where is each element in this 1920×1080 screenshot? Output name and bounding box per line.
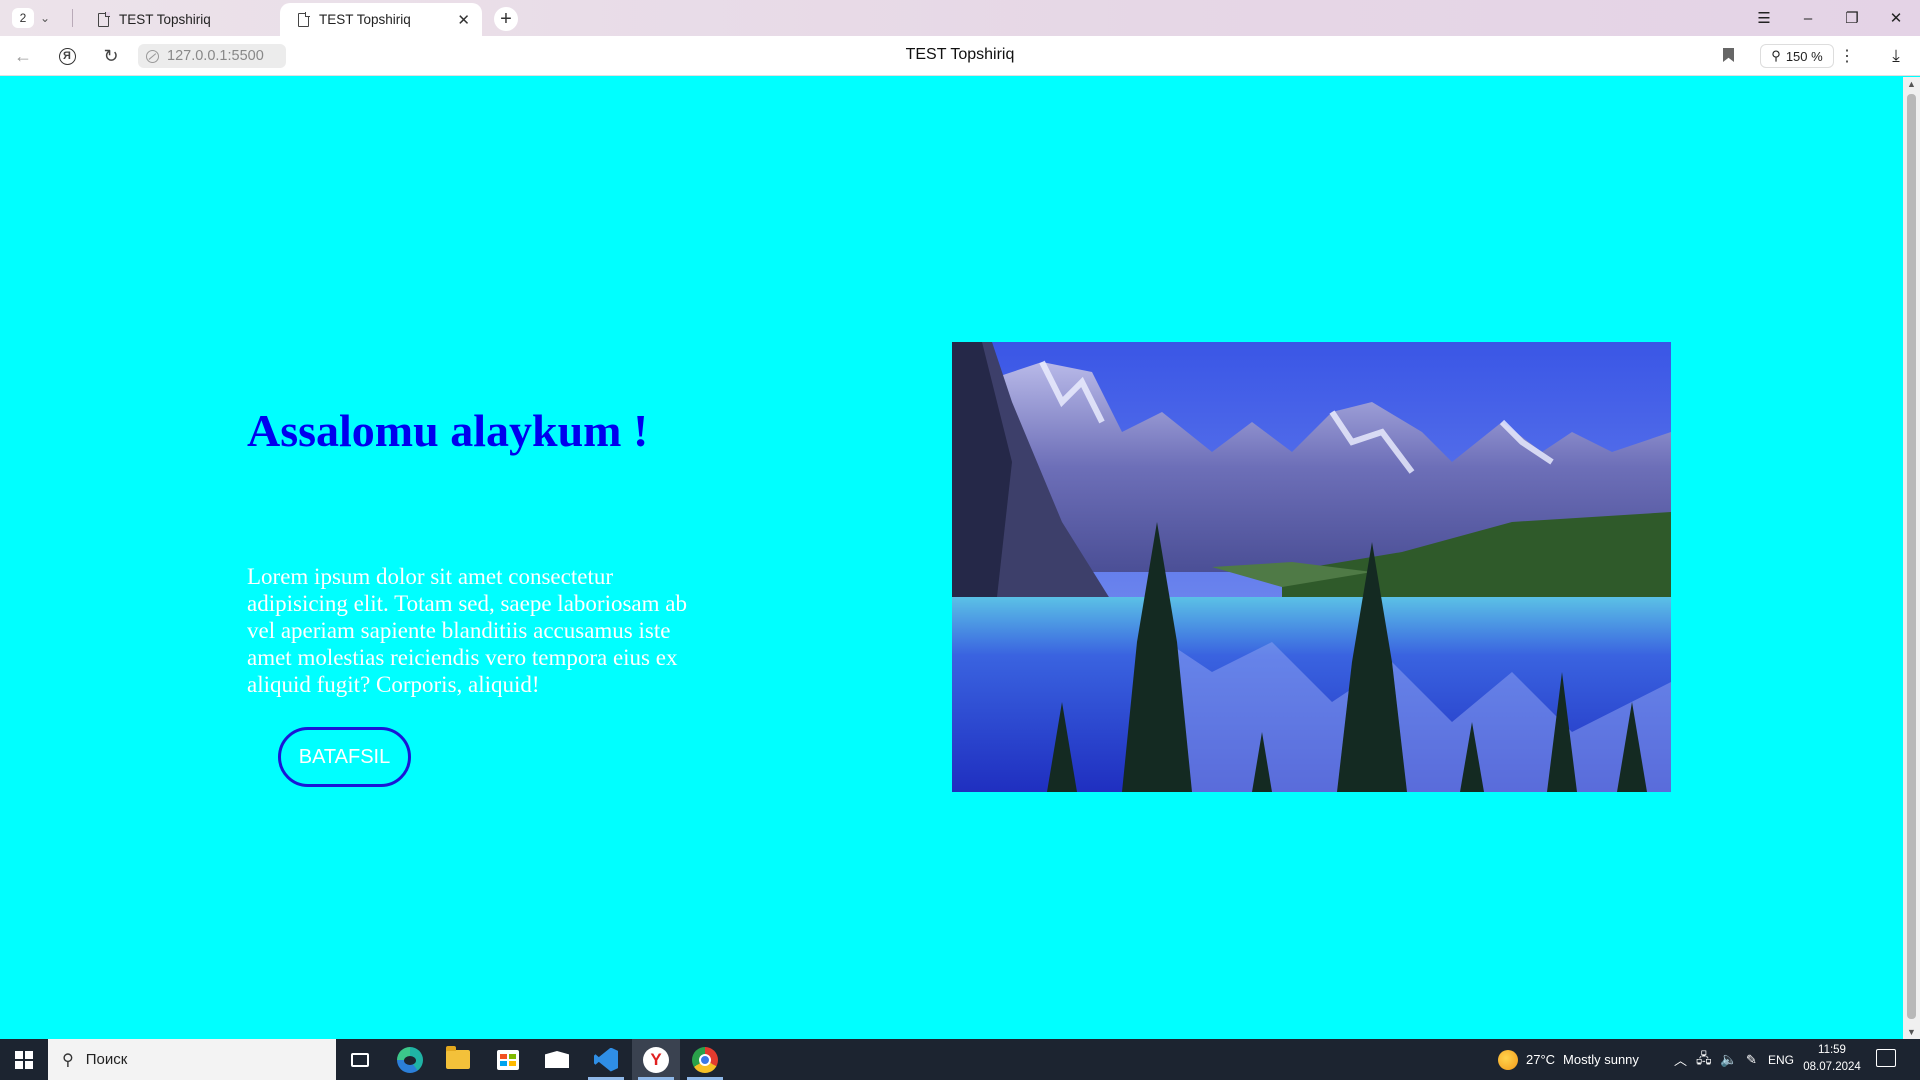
- tab-1[interactable]: TEST Topshiriq: [80, 3, 280, 36]
- start-button[interactable]: [0, 1039, 48, 1080]
- pen-icon[interactable]: ✎: [1746, 1039, 1757, 1080]
- language-indicator[interactable]: ENG: [1768, 1039, 1794, 1080]
- notifications-icon[interactable]: [1876, 1049, 1896, 1067]
- folder-icon: [446, 1046, 470, 1069]
- tab-divider: [72, 9, 73, 27]
- chrome-icon: [692, 1046, 718, 1073]
- network-icon[interactable]: 🖧: [1696, 1039, 1712, 1080]
- search-placeholder: Поиск: [85, 1051, 128, 1068]
- clock-date: 08.07.2024: [1803, 1061, 1861, 1073]
- volume-icon[interactable]: 🔈: [1720, 1039, 1737, 1080]
- vscode-icon: [594, 1047, 618, 1072]
- zoom-icon: ⚲: [1771, 48, 1781, 63]
- tab-2-active[interactable]: TEST Topshiriq ✕: [280, 3, 482, 36]
- hero-title: Assalomu alaykum !: [247, 405, 649, 456]
- show-hidden-icons-icon[interactable]: ︿: [1674, 1039, 1687, 1080]
- store-taskbar-button[interactable]: [484, 1039, 532, 1080]
- clock-time: 11:59: [1818, 1044, 1846, 1056]
- scrollbar-thumb[interactable]: [1907, 94, 1916, 1019]
- more-options-icon[interactable]: ⋮: [1838, 44, 1856, 68]
- task-view-icon: [351, 1052, 369, 1067]
- sun-icon: [1498, 1049, 1518, 1070]
- taskbar-search[interactable]: ⚲ Поиск: [48, 1039, 336, 1080]
- hero-paragraph: Lorem ipsum dolor sit amet consectetur a…: [247, 564, 687, 697]
- address-bar: ← Я ↻ 127.0.0.1:5500 TEST Topshiriq ⚲ 15…: [0, 36, 1920, 76]
- weather-text: Mostly sunny: [1563, 1052, 1639, 1067]
- clock[interactable]: 11:59 08.07.2024: [1802, 1042, 1862, 1076]
- batafsil-button[interactable]: BATAFSIL: [278, 727, 411, 787]
- zoom-indicator[interactable]: ⚲ 150 %: [1760, 44, 1834, 68]
- document-icon: [298, 12, 310, 27]
- search-icon: ⚲: [62, 1051, 74, 1069]
- mail-taskbar-button[interactable]: [533, 1039, 581, 1080]
- minimize-button[interactable]: –: [1786, 0, 1830, 36]
- weather-widget[interactable]: 27°C Mostly sunny: [1498, 1039, 1639, 1080]
- close-window-button[interactable]: ✕: [1874, 0, 1918, 36]
- edge-taskbar-button[interactable]: [386, 1039, 434, 1080]
- close-tab-icon[interactable]: ✕: [457, 11, 470, 29]
- mountain-lake-image: [952, 342, 1671, 792]
- document-icon: [98, 12, 110, 27]
- windows-taskbar: ⚲ Поиск Y 27°C Mostly sunny ︿ 🖧 🔈 ✎ ENG …: [0, 1039, 1920, 1080]
- browser-tab-bar: 2 ⌄ TEST Topshiriq TEST Topshiriq ✕ + ☰ …: [0, 0, 1920, 36]
- page-title: TEST Topshiriq: [905, 46, 1015, 63]
- tab-count-badge: 2: [12, 8, 34, 28]
- task-view-button[interactable]: [336, 1039, 384, 1080]
- new-tab-button[interactable]: +: [494, 7, 518, 31]
- windows-logo-icon: [15, 1050, 33, 1069]
- tab-counter-button[interactable]: 2 ⌄: [8, 7, 66, 29]
- zoom-level: 150 %: [1785, 48, 1823, 64]
- store-icon: [497, 1049, 519, 1070]
- vscode-taskbar-button[interactable]: [582, 1039, 630, 1080]
- tab-label: TEST Topshiriq: [319, 12, 411, 27]
- yandex-browser-icon: Y: [643, 1046, 669, 1073]
- file-explorer-taskbar-button[interactable]: [434, 1039, 482, 1080]
- chrome-taskbar-button[interactable]: [681, 1039, 729, 1080]
- edge-icon: [397, 1046, 423, 1073]
- tab-label: TEST Topshiriq: [119, 12, 211, 27]
- mail-icon: [545, 1051, 569, 1068]
- download-icon[interactable]: ⤓: [1884, 44, 1908, 68]
- vertical-scrollbar[interactable]: ▲ ▼: [1903, 77, 1920, 1039]
- yandex-browser-taskbar-button[interactable]: Y: [632, 1039, 680, 1080]
- scroll-down-icon[interactable]: ▼: [1907, 1027, 1916, 1037]
- weather-temp: 27°C: [1526, 1052, 1556, 1067]
- browser-menu-icon[interactable]: ☰: [1742, 0, 1786, 36]
- restore-button[interactable]: ❐: [1830, 0, 1874, 36]
- chevron-down-icon: ⌄: [40, 11, 51, 25]
- scroll-up-icon[interactable]: ▲: [1907, 79, 1916, 89]
